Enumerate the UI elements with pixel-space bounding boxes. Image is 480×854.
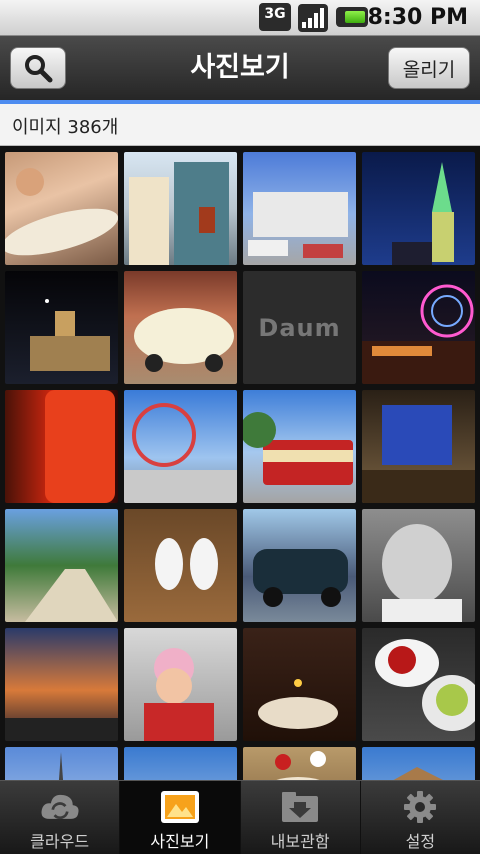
- photo-thumbnail[interactable]: [5, 390, 118, 503]
- photo-thumbnail[interactable]: [243, 628, 356, 741]
- photo-fruit-plates: [375, 639, 475, 731]
- image-count-bar: 이미지 386개: [0, 104, 480, 146]
- photo-night-tower: [392, 162, 454, 265]
- photo-ferris-wheel-day: [124, 403, 237, 503]
- tab-my-storage[interactable]: 내보관함: [241, 781, 361, 854]
- photo-vintage-car: [134, 308, 234, 372]
- photo-icon: [160, 789, 200, 825]
- photo-night-castle: [30, 299, 110, 371]
- photo-sneakers: [155, 538, 218, 590]
- photo-hut: [393, 767, 443, 780]
- photo-blue-window: [362, 405, 475, 503]
- tab-settings[interactable]: 설정: [361, 781, 480, 854]
- photo-spire: [58, 752, 64, 780]
- photo-ferris-wheel: [362, 284, 475, 384]
- title-bar: 사진보기 올리기: [0, 36, 480, 104]
- photo-thumbnail[interactable]: [243, 509, 356, 622]
- photo-thumbnail[interactable]: [362, 628, 475, 741]
- photo-thumbnail[interactable]: [362, 390, 475, 503]
- photo-thumbnail[interactable]: [362, 271, 475, 384]
- photo-grid: Daum: [0, 146, 480, 780]
- photo-thumbnail[interactable]: [124, 271, 237, 384]
- photo-street: [129, 162, 229, 265]
- status-time: 8:30 PM: [367, 5, 468, 30]
- battery-icon: [336, 7, 368, 27]
- tab-label: 사진보기: [150, 832, 210, 851]
- tab-label: 설정: [405, 832, 436, 851]
- photo-toddler: [144, 648, 214, 741]
- photo-thumbnail[interactable]: [243, 390, 356, 503]
- photo-red-bus: [243, 412, 353, 485]
- gear-icon: [400, 789, 440, 825]
- photo-thumbnail[interactable]: [5, 628, 118, 741]
- network-3g-icon: 3G: [259, 3, 291, 31]
- photo-thumbnail[interactable]: [5, 152, 118, 265]
- tab-label: 내보관함: [270, 832, 330, 851]
- cloud-sync-icon: [40, 789, 80, 825]
- photo-thumbnail[interactable]: [5, 509, 118, 622]
- status-bar: 3G 8:30 PM: [0, 0, 480, 36]
- photo-mini-car: [253, 549, 348, 607]
- photo-candle-cake: [258, 679, 338, 729]
- signal-strength-icon: [298, 4, 328, 32]
- photo-thumbnail[interactable]: [5, 747, 118, 780]
- photo-surfer: [5, 168, 118, 256]
- bottom-tab-bar: 클라우드 사진보기 내보관함 설정: [0, 780, 480, 854]
- photo-thumbnail[interactable]: [124, 509, 237, 622]
- photo-thumbnail[interactable]: [243, 747, 356, 780]
- photo-path: [25, 569, 118, 622]
- tab-cloud[interactable]: 클라우드: [0, 781, 121, 854]
- photo-dessert: [275, 751, 326, 780]
- photo-thumbnail[interactable]: [243, 152, 356, 265]
- photo-red-lantern: [45, 390, 115, 503]
- download-box-icon: [280, 789, 320, 825]
- photo-thumbnail[interactable]: [362, 747, 475, 780]
- daum-logo: Daum: [243, 271, 356, 384]
- photo-baby: [382, 524, 462, 622]
- tab-label: 클라우드: [30, 832, 90, 851]
- photo-thumbnail[interactable]: [362, 509, 475, 622]
- photo-thumbnail[interactable]: [124, 152, 237, 265]
- upload-button[interactable]: 올리기: [388, 47, 470, 89]
- photo-sky-coast: [124, 747, 237, 780]
- photo-sunset: [5, 718, 118, 741]
- image-count: 이미지 386개: [12, 117, 119, 138]
- photo-building-cars: [248, 192, 348, 258]
- photo-thumbnail[interactable]: [5, 271, 118, 384]
- tab-photos[interactable]: 사진보기: [120, 781, 241, 854]
- photo-placeholder[interactable]: Daum: [243, 271, 356, 384]
- photo-thumbnail[interactable]: [362, 152, 475, 265]
- photo-thumbnail[interactable]: [124, 390, 237, 503]
- photo-thumbnail[interactable]: [124, 747, 237, 780]
- photo-thumbnail[interactable]: [124, 628, 237, 741]
